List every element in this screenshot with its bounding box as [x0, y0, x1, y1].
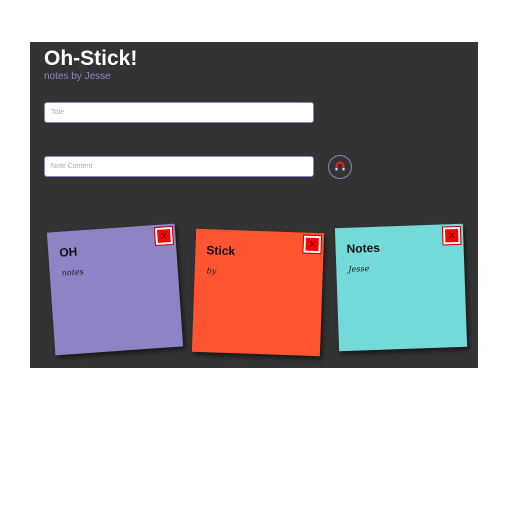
note-title: Notes: [346, 240, 381, 256]
note-content: notes: [61, 267, 85, 278]
sticky-note[interactable]: X Notes Jesse: [334, 223, 468, 352]
note-title: OH: [58, 244, 78, 260]
delete-note-button[interactable]: X: [153, 225, 175, 247]
app-subtitle: notes by Jesse: [44, 71, 111, 82]
sticky-note[interactable]: X Stick by: [191, 228, 325, 357]
app-title: Oh-Stick!: [44, 47, 138, 70]
sticky-note[interactable]: X OH notes: [46, 223, 184, 356]
magnet-icon: [335, 161, 345, 171]
app-container: Oh-Stick! notes by Jesse X OH notes X St…: [30, 42, 478, 368]
add-note-button[interactable]: [328, 155, 352, 179]
note-content: by: [206, 266, 217, 276]
title-input[interactable]: [44, 102, 314, 123]
note-content-input[interactable]: [44, 156, 314, 177]
delete-note-button[interactable]: X: [302, 234, 323, 255]
note-content: Jesse: [348, 264, 370, 274]
note-title: Stick: [206, 243, 236, 259]
delete-note-button[interactable]: X: [441, 225, 462, 246]
